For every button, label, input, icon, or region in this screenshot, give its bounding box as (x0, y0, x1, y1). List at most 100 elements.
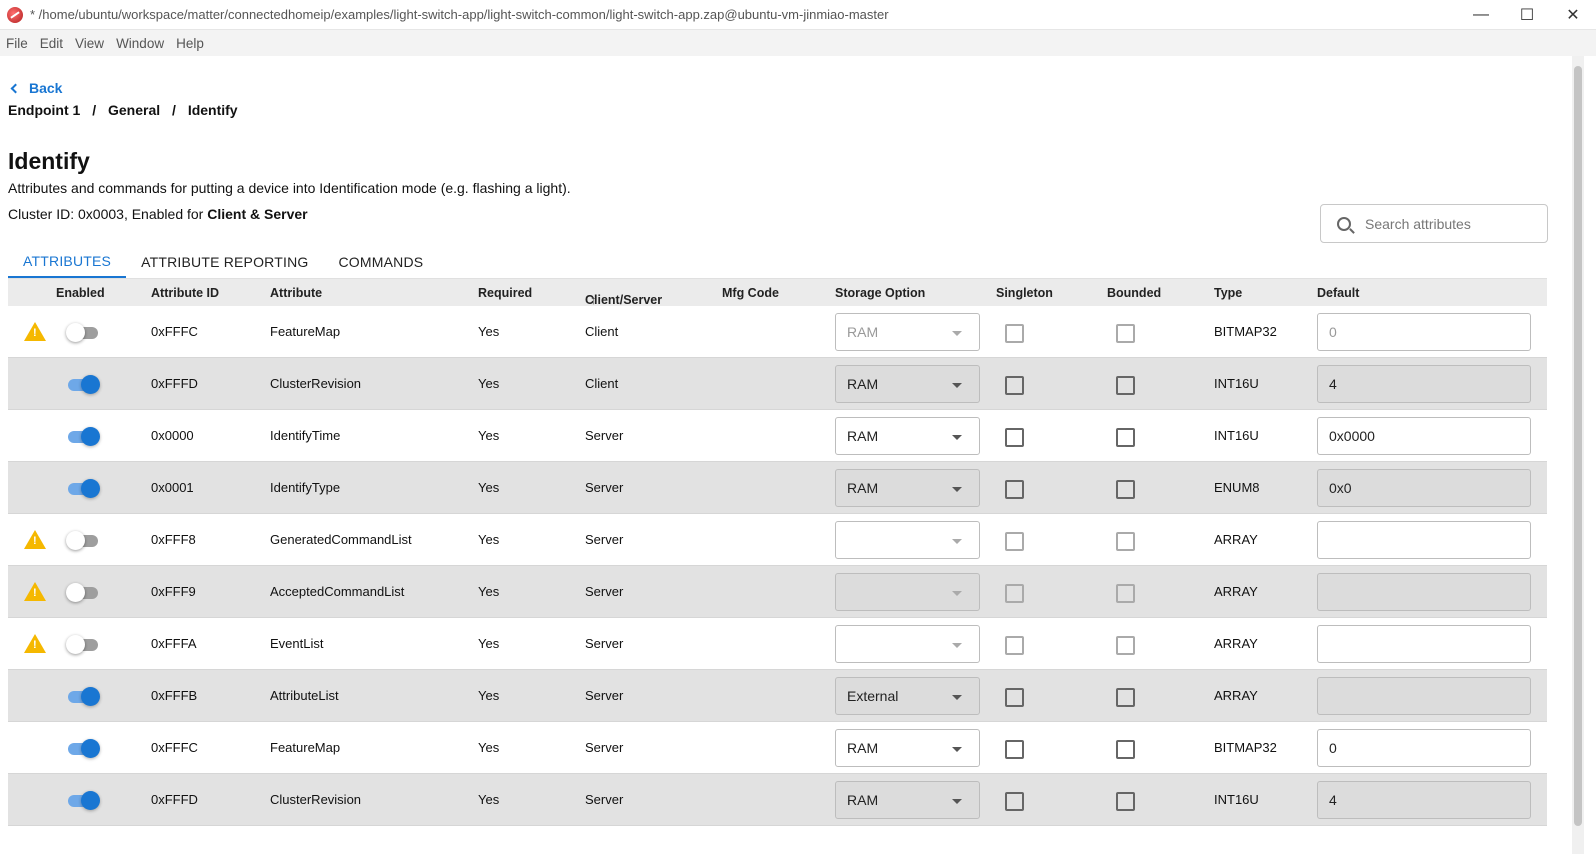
bounded-checkbox[interactable] (1116, 688, 1135, 707)
scrollbar[interactable] (1572, 56, 1584, 854)
storage-option-select[interactable]: RAM (835, 365, 980, 403)
table-row: 0xFFFA EventList Yes Server ARRAY (8, 618, 1547, 670)
header-mfg-code[interactable]: Mfg Code (722, 286, 779, 300)
toggle-knob (81, 479, 100, 498)
header-enabled[interactable]: Enabled (56, 286, 105, 300)
singleton-checkbox[interactable] (1005, 324, 1024, 343)
toggle-knob (81, 791, 100, 810)
attribute-type: ARRAY (1214, 584, 1258, 599)
singleton-checkbox[interactable] (1005, 428, 1024, 447)
header-attribute[interactable]: Attribute (270, 286, 322, 300)
default-value: 0 (1329, 324, 1337, 340)
storage-option-select[interactable]: RAM (835, 781, 980, 819)
attribute-required: Yes (478, 480, 500, 495)
default-value-input[interactable] (1317, 521, 1531, 559)
singleton-checkbox[interactable] (1005, 480, 1024, 499)
singleton-checkbox[interactable] (1005, 740, 1024, 759)
singleton-checkbox[interactable] (1005, 636, 1024, 655)
header-attribute-id[interactable]: Attribute ID (151, 286, 219, 300)
singleton-checkbox[interactable] (1005, 376, 1024, 395)
main-content: Back Endpoint 1 / General / Identify Ide… (0, 56, 1584, 854)
tab-attributes[interactable]: ATTRIBUTES (8, 246, 127, 278)
header-type[interactable]: Type (1214, 286, 1242, 300)
storage-option-select[interactable]: RAM (835, 417, 980, 455)
storage-option-value: External (847, 688, 899, 704)
minimize-button[interactable]: — (1458, 0, 1504, 30)
menu-file[interactable]: File (0, 36, 34, 51)
maximize-button[interactable]: ☐ (1504, 0, 1550, 30)
bounded-checkbox[interactable] (1116, 532, 1135, 551)
attribute-side: Client (585, 324, 619, 339)
back-label: Back (29, 80, 63, 96)
search-box[interactable] (1320, 204, 1548, 243)
bounded-checkbox[interactable] (1116, 480, 1135, 499)
default-value-input[interactable] (1317, 677, 1531, 715)
bounded-checkbox[interactable] (1116, 740, 1135, 759)
enabled-toggle[interactable] (66, 790, 100, 810)
default-value-input[interactable]: 0 (1317, 729, 1531, 767)
page-title: Identify (8, 148, 90, 174)
menu-help[interactable]: Help (170, 36, 210, 51)
enabled-toggle[interactable] (66, 530, 100, 550)
storage-option-select[interactable]: External (835, 677, 980, 715)
toggle-knob (66, 323, 85, 342)
storage-option-select[interactable] (835, 625, 980, 663)
back-link[interactable]: Back (10, 80, 63, 96)
bounded-checkbox[interactable] (1116, 584, 1135, 603)
header-storage-option[interactable]: Storage Option (835, 286, 925, 300)
default-value-input[interactable] (1317, 573, 1531, 611)
breadcrumb-endpoint[interactable]: Endpoint 1 (8, 102, 80, 118)
enabled-toggle[interactable] (66, 478, 100, 498)
table-body: 0xFFFCFeatureMapYesClientRAMBITMAP3200xF… (8, 306, 1547, 826)
search-input[interactable] (1365, 215, 1535, 232)
chevron-down-icon (952, 487, 962, 492)
storage-option-select[interactable] (835, 573, 980, 611)
enabled-toggle[interactable] (66, 738, 100, 758)
default-value-input[interactable]: 4 (1317, 365, 1531, 403)
enabled-toggle[interactable] (66, 634, 100, 654)
tab-commands[interactable]: COMMANDS (323, 246, 438, 278)
bounded-checkbox[interactable] (1116, 428, 1135, 447)
attribute-name: FeatureMap (270, 324, 341, 339)
storage-option-select[interactable] (835, 521, 980, 559)
default-value-input[interactable]: 0x0000 (1317, 417, 1531, 455)
table-row: 0xFFF8 GeneratedCommandList Yes Server ARRAY (8, 514, 1547, 566)
header-default[interactable]: Default (1317, 286, 1359, 300)
scrollbar-thumb[interactable] (1574, 66, 1582, 826)
header-required[interactable]: Required (478, 286, 532, 300)
header-singleton[interactable]: Singleton (996, 286, 1053, 300)
enabled-toggle[interactable] (66, 582, 100, 602)
default-value: 4 (1329, 376, 1337, 392)
bounded-checkbox[interactable] (1116, 324, 1135, 343)
tab-bar: ATTRIBUTES ATTRIBUTE REPORTING COMMANDS (8, 246, 438, 278)
storage-option-select[interactable]: RAM (835, 313, 980, 351)
menu-window[interactable]: Window (110, 36, 170, 51)
close-button[interactable]: ✕ (1550, 0, 1596, 30)
default-value-input[interactable]: 4 (1317, 781, 1531, 819)
breadcrumb-category[interactable]: General (108, 102, 160, 118)
menu-view[interactable]: View (69, 36, 110, 51)
header-bounded[interactable]: Bounded (1107, 286, 1161, 300)
enabled-toggle[interactable] (66, 686, 100, 706)
tab-attribute-reporting[interactable]: ATTRIBUTE REPORTING (126, 246, 323, 278)
singleton-checkbox[interactable] (1005, 688, 1024, 707)
storage-option-select[interactable]: RAM (835, 469, 980, 507)
cluster-enabled-for: Client & Server (207, 206, 308, 222)
attribute-id: 0xFFFC (151, 740, 198, 755)
singleton-checkbox[interactable] (1005, 532, 1024, 551)
default-value-input[interactable] (1317, 625, 1531, 663)
bounded-checkbox[interactable] (1116, 636, 1135, 655)
default-value-input[interactable]: 0x0 (1317, 469, 1531, 507)
menu-edit[interactable]: Edit (34, 36, 69, 51)
storage-option-select[interactable]: RAM (835, 729, 980, 767)
bounded-checkbox[interactable] (1116, 792, 1135, 811)
enabled-toggle[interactable] (66, 322, 100, 342)
singleton-checkbox[interactable] (1005, 792, 1024, 811)
attribute-id: 0xFFF9 (151, 584, 196, 599)
bounded-checkbox[interactable] (1116, 376, 1135, 395)
default-value-input[interactable]: 0 (1317, 313, 1531, 351)
singleton-checkbox[interactable] (1005, 584, 1024, 603)
enabled-toggle[interactable] (66, 426, 100, 446)
enabled-toggle[interactable] (66, 374, 100, 394)
attribute-name: ClusterRevision (270, 792, 362, 807)
